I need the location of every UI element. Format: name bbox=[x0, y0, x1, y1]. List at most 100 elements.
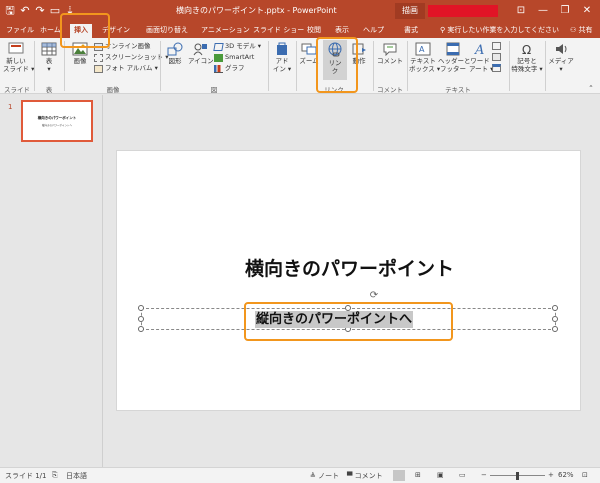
restore-button[interactable]: ❐ bbox=[554, 3, 576, 19]
icons-label: アイコン bbox=[188, 57, 214, 65]
header-footer-button[interactable]: ヘッダーと フッター bbox=[438, 42, 471, 73]
ribbon-display-options-icon[interactable]: ⊡ bbox=[510, 3, 532, 19]
tab-file[interactable]: ファイル bbox=[6, 24, 34, 38]
resize-handle[interactable] bbox=[552, 316, 558, 322]
customize-qat-icon[interactable]: ⇣ bbox=[64, 4, 76, 18]
resize-handle[interactable] bbox=[552, 326, 558, 332]
slide-title[interactable]: 横向きのパワーポイント bbox=[117, 254, 582, 281]
zoom-button[interactable]: ズーム bbox=[298, 42, 320, 65]
slide-subtitle-selected[interactable]: 縦向きのパワーポイントへ bbox=[255, 311, 414, 328]
screenshot-label: スクリーンショット ▾ bbox=[105, 53, 169, 61]
new-slide-label-1: 新しい bbox=[6, 57, 26, 65]
tab-home[interactable]: ホーム bbox=[40, 24, 61, 38]
textbox-label-2: ボックス ▾ bbox=[409, 65, 441, 73]
comment-label: コメント bbox=[377, 57, 403, 65]
text-small-icon bbox=[492, 64, 501, 72]
slide-canvas[interactable]: 横向きのパワーポイント ⟳ 縦向きのパワーポイントへ bbox=[116, 150, 581, 411]
action-button[interactable]: 動作 bbox=[349, 42, 369, 65]
screenshot-button[interactable]: スクリーンショット ▾ bbox=[94, 53, 169, 62]
close-button[interactable]: ✕ bbox=[576, 3, 598, 19]
text-small-button-2[interactable] bbox=[492, 53, 501, 61]
spellcheck-icon[interactable]: ⎘ bbox=[52, 471, 58, 480]
picture-button[interactable]: 画像 bbox=[68, 42, 92, 65]
shapes-button[interactable]: 図形 bbox=[164, 42, 186, 65]
online-pictures-button[interactable]: オンライン画像 bbox=[94, 42, 151, 51]
textbox-button[interactable]: A テキスト ボックス ▾ bbox=[409, 42, 441, 73]
group-separator bbox=[34, 41, 35, 91]
minimize-button[interactable]: — bbox=[532, 3, 554, 19]
addins-button[interactable]: アド イン ▾ bbox=[271, 42, 293, 73]
online-pictures-label: オンライン画像 bbox=[105, 42, 151, 50]
tab-transitions[interactable]: 画面切り替え bbox=[146, 24, 188, 38]
comment-button[interactable]: コメント bbox=[376, 42, 404, 65]
text-small-button-1[interactable] bbox=[492, 42, 501, 50]
resize-handle[interactable] bbox=[552, 305, 558, 311]
media-button[interactable]: メディア ▾ bbox=[547, 42, 575, 73]
comments-button[interactable]: ▀ コメント bbox=[347, 471, 383, 481]
undo-icon[interactable]: ↶ bbox=[19, 4, 31, 18]
addins-label-1: アド bbox=[275, 57, 289, 65]
share-button[interactable]: ⚇ 共有 bbox=[570, 25, 593, 35]
tell-me-search[interactable]: ⚲ 実行したい作業を入力してください bbox=[440, 25, 559, 35]
photo-album-button[interactable]: フォト アルバム ▾ bbox=[94, 64, 158, 73]
normal-view-icon[interactable] bbox=[393, 470, 405, 481]
tab-format[interactable]: 書式 bbox=[404, 24, 418, 38]
tab-design[interactable]: デザイン bbox=[102, 24, 130, 38]
zoom-out-button[interactable]: − bbox=[481, 471, 487, 479]
group-separator bbox=[160, 41, 161, 91]
subtitle-textbox[interactable]: ⟳ 縦向きのパワーポイントへ bbox=[138, 291, 558, 332]
context-tab-drawing: 描画 bbox=[395, 3, 425, 19]
slideshow-view-icon[interactable]: ▭ bbox=[459, 471, 466, 479]
tab-slideshow[interactable]: スライド ショー bbox=[253, 24, 304, 38]
table-icon bbox=[41, 42, 57, 56]
wordart-button[interactable]: A ワード アート ▾ bbox=[469, 42, 493, 73]
header-footer-label-1: ヘッダーと bbox=[438, 57, 471, 65]
tab-help[interactable]: ヘルプ bbox=[363, 24, 384, 38]
resize-handle[interactable] bbox=[138, 305, 144, 311]
3d-models-label: 3D モデル ▾ bbox=[225, 42, 262, 50]
table-button[interactable]: 表 ▾ bbox=[38, 42, 60, 73]
save-icon[interactable]: 🖫 bbox=[4, 4, 16, 18]
table-label: 表 bbox=[45, 57, 53, 65]
smartart-button[interactable]: SmartArt bbox=[214, 53, 254, 62]
tab-review[interactable]: 校閲 bbox=[307, 24, 321, 38]
link-label-1: リン bbox=[328, 59, 342, 67]
collapse-ribbon-icon[interactable]: ⌃ bbox=[586, 84, 596, 92]
zoom-in-button[interactable]: + bbox=[548, 471, 554, 479]
slide-sorter-icon[interactable]: ⊞ bbox=[415, 471, 421, 479]
group-separator bbox=[407, 41, 408, 91]
tab-view[interactable]: 表示 bbox=[335, 24, 349, 38]
svg-text:A: A bbox=[474, 43, 484, 56]
picture-icon bbox=[72, 42, 88, 56]
group-separator bbox=[545, 41, 546, 91]
shapes-label: 図形 bbox=[168, 57, 182, 65]
icons-button[interactable]: アイコン bbox=[188, 42, 214, 65]
chart-button[interactable]: グラフ bbox=[214, 64, 245, 73]
slide-thumbnail[interactable]: 横向きのパワーポイント 縦向きのパワーポイントへ bbox=[21, 100, 93, 142]
symbols-button[interactable]: Ω 記号と 特殊文字 ▾ bbox=[511, 42, 543, 73]
link-button[interactable]: リン ク bbox=[323, 40, 347, 80]
fit-to-window-icon[interactable]: ⊡ bbox=[582, 471, 588, 479]
tab-insert[interactable]: 挿入 bbox=[70, 24, 92, 38]
resize-handle[interactable] bbox=[138, 316, 144, 322]
reading-view-icon[interactable]: ▣ bbox=[437, 471, 444, 479]
tab-animations[interactable]: アニメーション bbox=[201, 24, 250, 38]
thumbnail-subtitle: 縦向きのパワーポイントへ bbox=[41, 124, 72, 127]
new-slide-button[interactable]: 新しい スライド ▾ bbox=[3, 42, 34, 73]
zoom-level[interactable]: 62% bbox=[558, 471, 574, 479]
redo-icon[interactable]: ↷ bbox=[34, 4, 46, 18]
symbols-label-1: 記号と bbox=[517, 57, 537, 65]
notes-button[interactable]: ≜ ノート bbox=[310, 471, 339, 481]
thumbnail-title: 横向きのパワーポイント bbox=[37, 116, 77, 120]
account-name-redacted[interactable] bbox=[428, 5, 498, 17]
photo-album-icon bbox=[94, 64, 103, 73]
zoom-slider-thumb[interactable] bbox=[516, 472, 519, 480]
rotate-handle-icon[interactable]: ⟳ bbox=[369, 291, 379, 301]
3d-models-button[interactable]: 3D モデル ▾ bbox=[213, 42, 262, 51]
text-small-button-3[interactable] bbox=[492, 64, 501, 72]
resize-handle[interactable] bbox=[138, 326, 144, 332]
speaker-icon bbox=[556, 44, 567, 54]
start-slideshow-icon[interactable]: ▭ bbox=[49, 4, 61, 18]
online-pictures-icon bbox=[94, 42, 103, 51]
language-indicator[interactable]: 日本語 bbox=[66, 471, 87, 481]
